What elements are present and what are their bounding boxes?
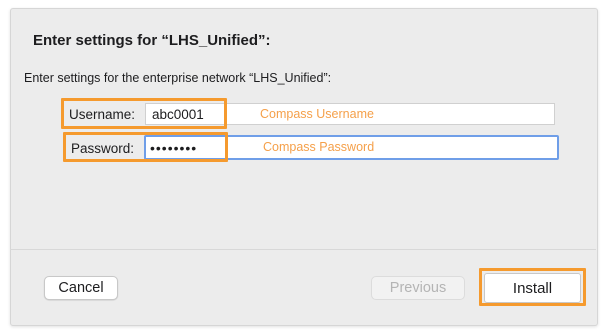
previous-button[interactable]: Previous bbox=[371, 276, 465, 300]
dialog-subtitle: Enter settings for the enterprise networ… bbox=[24, 71, 332, 85]
username-hint: Compass Username bbox=[260, 107, 374, 121]
cancel-button[interactable]: Cancel bbox=[44, 276, 118, 300]
password-highlight bbox=[63, 132, 228, 162]
dialog-title: Enter settings for “LHS_Unified”: bbox=[33, 32, 271, 49]
footer-divider bbox=[10, 249, 596, 250]
install-highlight bbox=[479, 268, 586, 306]
username-highlight bbox=[61, 98, 227, 129]
